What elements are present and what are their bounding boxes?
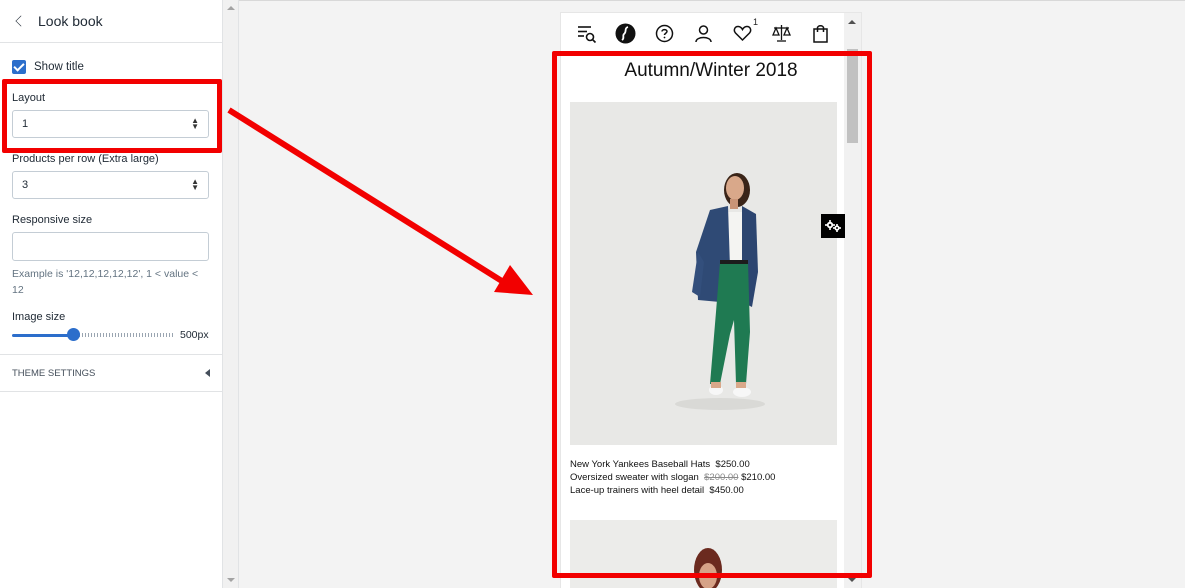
scroll-down-icon[interactable] xyxy=(848,578,856,582)
annotation-box-layout xyxy=(2,79,222,153)
scroll-up-icon[interactable] xyxy=(848,20,856,24)
cart-icon[interactable] xyxy=(810,23,831,44)
image-size-value: 500px xyxy=(180,329,209,341)
theme-settings-label: THEME SETTINGS xyxy=(12,367,96,379)
panel-scrollbar[interactable] xyxy=(223,0,239,588)
products-per-row-select[interactable]: 3 ▲ ▼ xyxy=(12,171,209,199)
wishlist-count-badge: 1 xyxy=(752,16,758,27)
responsive-size-help: Example is '12,12,12,12,12', 1 < value <… xyxy=(12,268,199,296)
image-size-slider[interactable]: 500px xyxy=(12,328,210,341)
collapse-arrow-icon[interactable] xyxy=(205,369,210,377)
slider-fill xyxy=(12,334,73,337)
divider xyxy=(239,0,1185,1)
scroll-down-icon[interactable] xyxy=(227,578,235,582)
compare-icon[interactable] xyxy=(771,23,792,44)
products-per-row-value: 3 xyxy=(22,179,29,191)
panel-title: Look book xyxy=(38,13,103,29)
slider-track[interactable] xyxy=(12,328,173,341)
annotation-box-preview xyxy=(552,51,872,578)
menu-search-icon[interactable] xyxy=(576,23,597,44)
scroll-up-icon[interactable] xyxy=(227,6,235,10)
panel-header: Look book xyxy=(0,0,222,43)
slider-ticks xyxy=(73,333,173,337)
show-title-checkbox[interactable] xyxy=(12,60,26,74)
account-icon[interactable] xyxy=(693,23,714,44)
logo-icon[interactable] xyxy=(615,23,636,44)
image-size-label: Image size xyxy=(12,311,66,323)
responsive-size-label: Responsive size xyxy=(12,214,93,226)
back-arrow-icon[interactable] xyxy=(15,15,27,27)
show-title-row[interactable]: Show title xyxy=(12,60,210,74)
slider-thumb[interactable] xyxy=(67,328,80,341)
theme-settings-section[interactable]: THEME SETTINGS xyxy=(0,354,222,392)
show-title-label: Show title xyxy=(34,61,84,73)
select-arrows-icon: ▲ ▼ xyxy=(191,177,199,192)
store-header: 1 xyxy=(561,13,861,53)
help-icon[interactable] xyxy=(654,23,675,44)
products-per-row-label: Products per row (Extra large) xyxy=(12,153,159,165)
responsive-size-input[interactable] xyxy=(12,232,209,261)
wishlist-icon[interactable]: 1 xyxy=(732,17,758,44)
